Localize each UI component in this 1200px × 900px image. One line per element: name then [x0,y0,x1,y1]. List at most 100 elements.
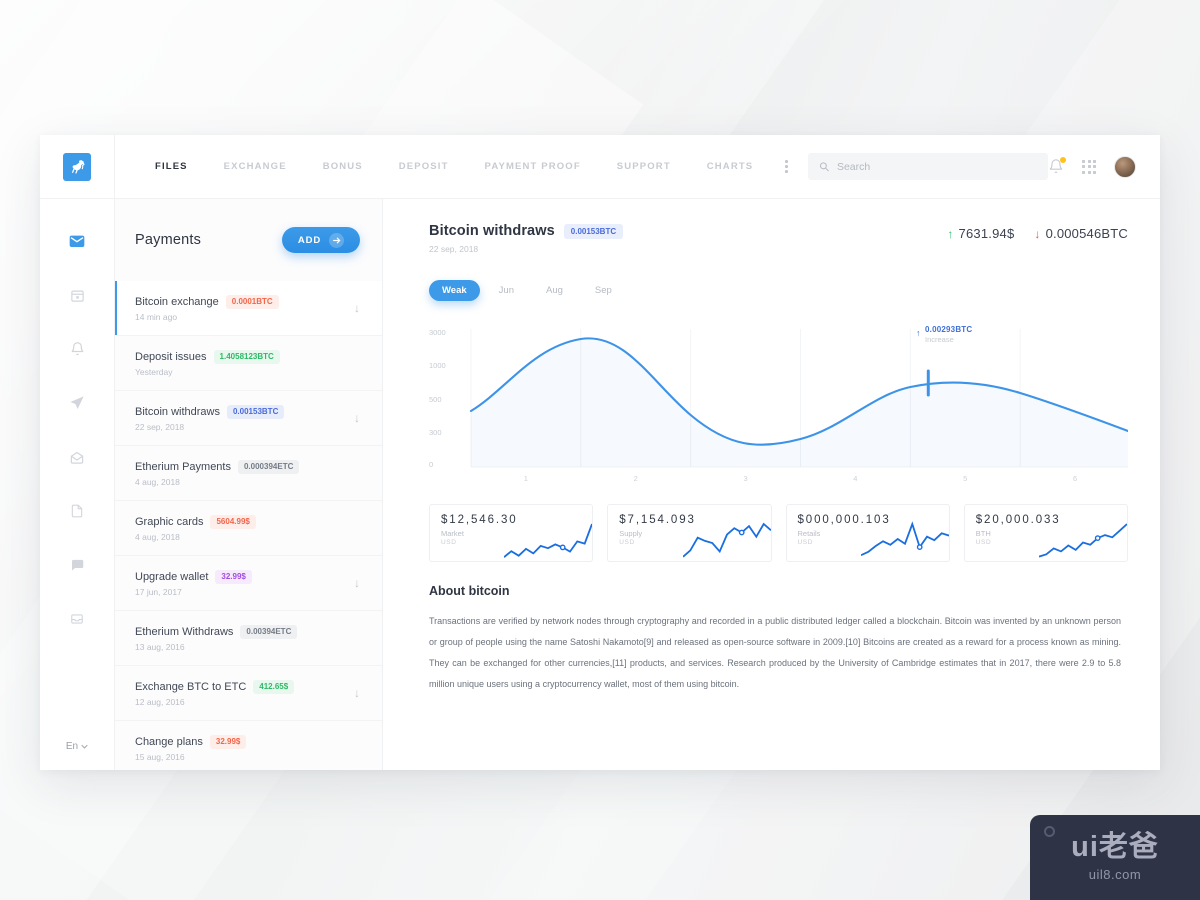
rail-item-chat[interactable] [59,547,95,583]
rail-item-mail[interactable] [59,223,95,259]
watermark: ui老爸 uil8.com [1030,815,1200,900]
rail-item-inbox[interactable] [59,601,95,637]
stat-cards: $12,546.30 Market USD $7,154.093 Supply USD $0… [429,504,1128,562]
main-title-row: Bitcoin withdraws 0.00153BTC [429,223,624,239]
download-arrow-icon[interactable]: ↓ [354,576,360,590]
language-label: En [65,741,79,752]
logo-cell [40,135,115,199]
withdraws-area-chart[interactable]: 3000 1000 500 300 0 1 2 3 4 5 6 ↑ 0.0029… [429,319,1128,484]
nav-item-exchange[interactable]: EXCHANGE [206,161,305,172]
add-payment-button[interactable]: ADD [282,227,360,253]
notification-badge-dot [1060,157,1066,163]
kangaroo-logo-icon[interactable] [63,152,91,181]
period-weak[interactable]: Weak [429,280,480,301]
payment-item-date: 4 aug, 2018 [135,531,180,542]
arrow-right-icon [329,232,345,248]
payment-list-item[interactable]: Graphic cards 5604.99$ 4 aug, 2018 [115,501,382,556]
payment-item-badge: 412.65$ [253,679,295,694]
payment-list-item[interactable]: Upgrade wallet 32.99$ 17 jun, 2017 ↓ [115,556,382,611]
payments-list: Bitcoin exchange 0.0001BTC 14 min ago ↓ Depo… [115,281,382,770]
envelope-open-icon [70,451,84,464]
payment-list-item[interactable]: Bitcoin exchange 0.0001BTC 14 min ago ↓ [115,281,382,336]
avatar[interactable] [1114,155,1136,178]
add-button-label: ADD [297,234,322,246]
download-arrow-icon[interactable]: ↓ [354,301,360,315]
payment-item-name: Exchange BTC to ETC [135,680,247,693]
y-tick-1: 1000 [429,361,446,370]
title-badge: 0.00153BTC [563,223,624,239]
page-title: Bitcoin withdraws [429,223,555,239]
apps-grid-icon[interactable] [1082,159,1096,174]
stat-card[interactable]: $12,546.30 Market USD [429,504,594,562]
stat-card[interactable]: $000,000.103 Retails USD [785,504,950,562]
payment-item-body: Graphic cards 5604.99$ 4 aug, 2018 [135,514,256,542]
arrow-down-icon: ↓ [1034,226,1041,241]
payment-item-name: Deposit issues [135,350,207,363]
payment-item-badge: 0.000394ETC [237,459,300,474]
chevron-down-icon [81,744,88,749]
payment-item-name: Etherium Payments [135,460,231,473]
calendar-icon [70,290,84,302]
x-tick-1: 1 [524,474,528,483]
payment-item-date: 4 aug, 2018 [135,476,180,487]
payment-item-date: 22 sep, 2018 [135,421,185,432]
search-box[interactable] [807,153,1048,180]
rate-down: ↓ 0.000546BTC [1034,226,1128,241]
payment-list-item[interactable]: Bitcoin withdraws 0.00153BTC 22 sep, 2018 ↓ [115,391,382,446]
period-jun[interactable]: Jun [486,280,527,301]
payment-item-name: Upgrade wallet [135,570,209,583]
nav-item-deposit[interactable]: DEPOSIT [381,161,467,172]
y-axis-ticks: 3000 1000 500 300 0 [429,328,446,469]
payment-item-body: Exchange BTC to ETC 412.65$ 12 aug, 2016 [135,679,295,707]
search-input[interactable] [836,160,1037,173]
more-vertical-icon[interactable] [771,160,804,173]
rail-item-send[interactable] [59,385,95,421]
x-tick-5: 5 [963,474,967,483]
payment-item-row: Bitcoin withdraws 0.00153BTC [135,404,285,419]
payment-item-badge: 0.0001BTC [225,294,279,309]
stat-card[interactable]: $20,000.033 BTH USD [963,504,1128,562]
nav-item-support[interactable]: SUPPORT [599,161,689,172]
payment-item-name: Bitcoin exchange [135,295,219,308]
rail-item-document[interactable] [59,493,95,529]
stat-card[interactable]: $7,154.093 Supply USD [607,504,772,562]
payment-list-item[interactable]: Etherium Payments 0.000394ETC 4 aug, 2018 [115,446,382,501]
download-arrow-icon[interactable]: ↓ [354,686,360,700]
payment-item-badge: 5604.99$ [210,514,256,529]
nav-item-files[interactable]: FILES [137,161,206,172]
nav-item-charts[interactable]: CHARTS [689,161,771,172]
payment-item-row: Etherium Payments 0.000394ETC [135,459,300,474]
payment-list-item[interactable]: Etherium Withdraws 0.00394ETC 13 aug, 2016 [115,611,382,666]
payment-item-date: 14 min ago [135,311,178,322]
payment-list-item[interactable]: Deposit issues 1.4058123BTC Yesterday [115,336,382,391]
page-date: 22 sep, 2018 [429,244,479,254]
chart-area-fill [470,338,1128,467]
payments-header: Payments ADD [115,199,382,281]
nav-item-bonus[interactable]: BONUS [305,161,381,172]
sparkline-marker [916,544,923,550]
period-sep[interactable]: Sep [582,280,625,301]
rail-item-calendar[interactable] [59,277,95,313]
payment-item-body: Change plans 32.99$ 15 aug, 2016 [135,734,247,762]
payment-item-body: Bitcoin withdraws 0.00153BTC 22 sep, 2018 [135,404,285,432]
payments-title: Payments [135,232,202,248]
period-filter: Weak Jun Aug Sep [429,280,1128,301]
payment-item-body: Bitcoin exchange 0.0001BTC 14 min ago [135,294,279,322]
payment-list-item[interactable]: Exchange BTC to ETC 412.65$ 12 aug, 2016 ↓ [115,666,382,721]
payment-item-date: 15 aug, 2016 [135,751,185,762]
app-window: FILES EXCHANGE BONUS DEPOSIT PAYMENT PRO… [40,135,1160,770]
sparkline-marker [738,529,745,536]
y-tick-4: 0 [429,460,433,469]
language-selector[interactable]: En [40,741,114,752]
rail-item-alerts[interactable] [59,331,95,367]
y-tick-2: 500 [429,395,441,404]
rail-item-envelope-open[interactable] [59,439,95,475]
mail-icon [69,235,85,247]
payment-list-item[interactable]: Change plans 32.99$ 15 aug, 2016 [115,721,382,770]
nav-item-payment-proof[interactable]: PAYMENT PROOF [467,161,599,172]
payment-item-badge: 0.00153BTC [226,404,285,419]
download-arrow-icon[interactable]: ↓ [354,411,360,425]
period-aug[interactable]: Aug [533,280,576,301]
notifications-button[interactable] [1048,157,1066,175]
payment-item-name: Graphic cards [135,515,204,528]
